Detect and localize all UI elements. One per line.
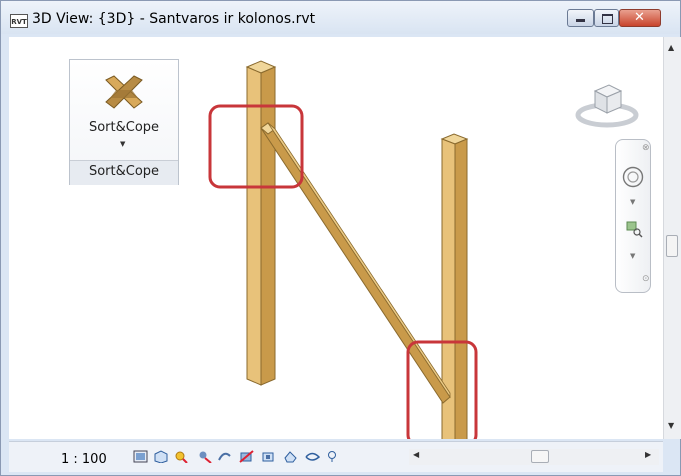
sort-cope-icon (105, 75, 143, 109)
crop-region-icon[interactable] (261, 450, 276, 463)
diagonal-brace[interactable] (260, 122, 451, 404)
shadows-icon[interactable] (197, 450, 212, 463)
lightbulb-icon[interactable] (325, 450, 340, 463)
view-control-bar: 1 : 100 ◀ ▶ (9, 441, 663, 472)
revit-window: RVT 3D View: {3D} - Santvaros ir kolonos… (0, 0, 681, 476)
close-icon: ✕ (634, 10, 645, 25)
sort-cope-button-label[interactable]: Sort&Cope (70, 120, 178, 135)
maximize-icon (602, 14, 613, 24)
navigation-bar: ⊗ ▼ ▼ ⊙ (615, 139, 651, 293)
chevron-down-icon[interactable]: ▼ (630, 252, 635, 260)
chevron-down-icon[interactable]: ▼ (630, 198, 635, 206)
render-icon[interactable] (217, 450, 232, 463)
scrollbar-thumb[interactable] (531, 450, 549, 463)
3d-viewport[interactable]: Sort&Cope ▼ Sort&Cope ⊗ ▼ ▼ ⊙ (9, 37, 663, 439)
visual-style-icon[interactable] (153, 450, 168, 463)
steering-wheel-icon[interactable] (622, 166, 644, 188)
panel-title: Sort&Cope (70, 160, 178, 185)
scroll-right-icon[interactable]: ▶ (645, 450, 651, 459)
scroll-left-icon[interactable]: ◀ (413, 450, 419, 459)
sun-path-icon[interactable] (173, 450, 188, 463)
detail-level-icon[interactable] (133, 450, 148, 463)
vertical-scrollbar[interactable]: ▲ ▼ (663, 37, 681, 439)
viewcube-icon[interactable] (575, 77, 639, 129)
scroll-up-icon[interactable]: ▲ (668, 43, 674, 52)
options-icon[interactable]: ⊙ (642, 274, 650, 284)
view-scale[interactable]: 1 : 100 (61, 452, 107, 467)
column-left[interactable] (245, 60, 277, 386)
minimize-button[interactable] (567, 9, 594, 27)
zoom-icon[interactable] (625, 220, 643, 238)
horizontal-scrollbar[interactable]: ◀ ▶ (409, 449, 659, 465)
reveal-hidden-icon[interactable] (305, 450, 320, 463)
minimize-icon (576, 19, 585, 22)
scrollbar-thumb[interactable] (666, 235, 678, 257)
crop-icon[interactable] (239, 450, 254, 463)
close-button[interactable]: ✕ (619, 9, 661, 27)
close-icon[interactable]: ⊗ (642, 143, 650, 153)
temp-hide-icon[interactable] (283, 450, 298, 463)
sort-cope-panel: Sort&Cope ▼ Sort&Cope (69, 59, 179, 185)
scroll-down-icon[interactable]: ▼ (668, 421, 674, 430)
rvt-file-icon: RVT (10, 14, 28, 28)
maximize-button[interactable] (594, 9, 619, 27)
title-bar[interactable]: RVT 3D View: {3D} - Santvaros ir kolonos… (1, 1, 680, 34)
chevron-down-icon[interactable]: ▼ (120, 140, 125, 148)
window-title: 3D View: {3D} - Santvaros ir kolonos.rvt (32, 11, 316, 27)
